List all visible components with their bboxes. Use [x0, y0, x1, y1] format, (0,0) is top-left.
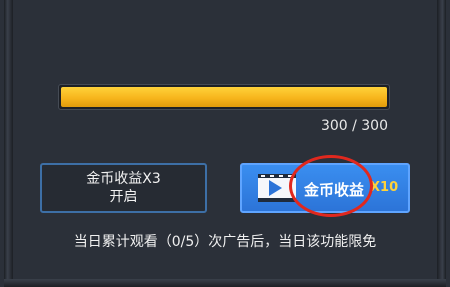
coin-progress-fill — [61, 87, 387, 107]
video-play-icon — [258, 174, 296, 202]
coin-x3-enable-button[interactable]: 金币收益X3 开启 — [40, 163, 207, 213]
frame-bottom-border — [4, 279, 446, 287]
watch-ad-x10-button[interactable]: 金币收益 X10 — [240, 163, 410, 213]
coin-x3-enable-label: 开启 — [109, 189, 138, 205]
progress-count-text: 300 / 300 — [320, 118, 388, 134]
ad-button-multiplier: X10 — [370, 180, 399, 195]
dialog-frame: 300 / 300 金币收益X3 开启 金币收益 X10 当日累计观看（0/5）… — [0, 0, 450, 287]
coin-x3-label: 金币收益X3 — [86, 171, 161, 187]
ad-limit-notice: 当日累计观看（0/5）次广告后，当日该功能限免 — [73, 234, 377, 250]
coin-progress-bar — [58, 84, 390, 110]
ad-button-label: 金币收益 — [304, 181, 365, 199]
